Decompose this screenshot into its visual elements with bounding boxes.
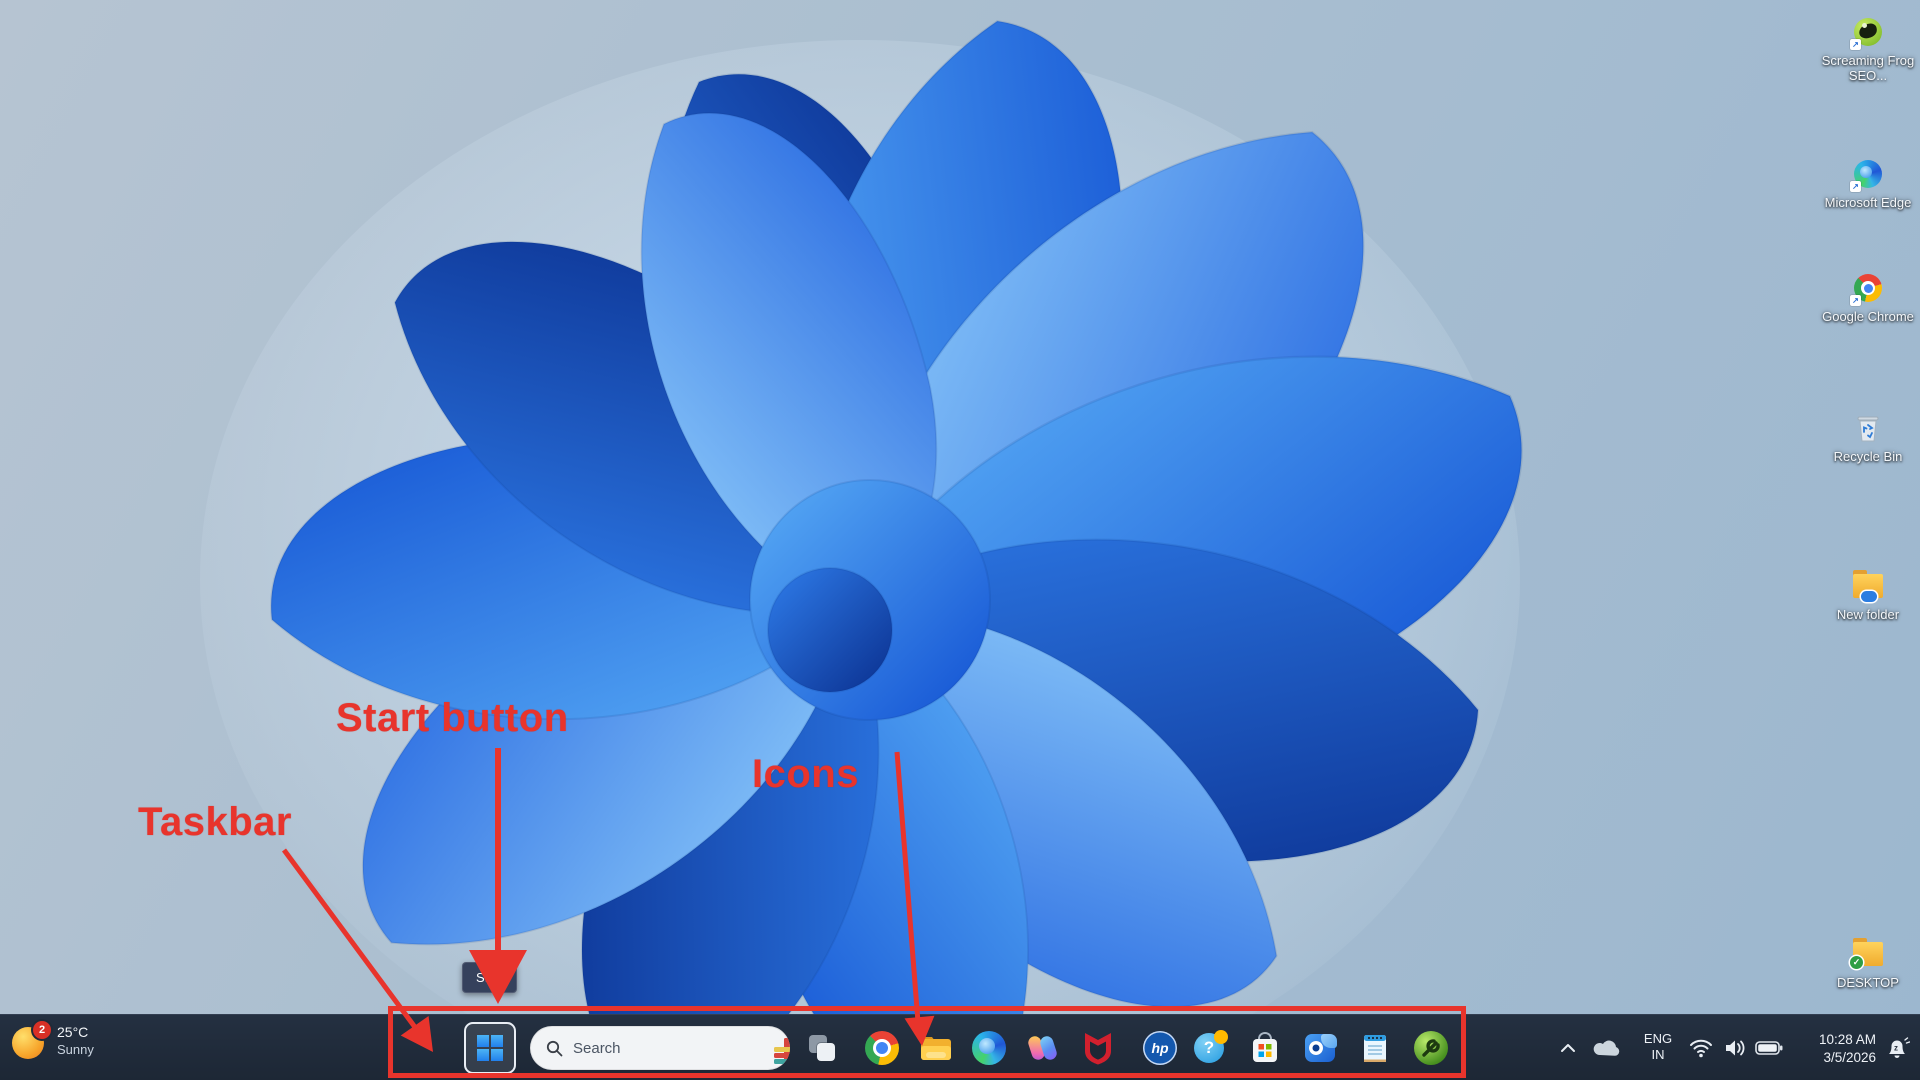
outlook-button[interactable] — [1300, 1028, 1340, 1068]
chrome-icon — [865, 1031, 899, 1065]
tray-overflow-button[interactable] — [1552, 1028, 1584, 1068]
task-view-icon — [807, 1033, 837, 1063]
desktop-icon-label: Recycle Bin — [1833, 449, 1903, 464]
search-highlight-books-icon — [772, 1026, 790, 1070]
chrome-icon: ↗ — [1850, 272, 1884, 306]
annotation-taskbar-label: Taskbar — [138, 800, 292, 844]
desktop-wallpaper: ↗ Screaming Frog SEO... ↗ Microsoft Edge… — [0, 0, 1920, 1014]
notepad-icon — [1364, 1035, 1386, 1062]
volume-tray-button[interactable] — [1718, 1028, 1752, 1068]
hp-diagnostics-button[interactable] — [1411, 1028, 1451, 1068]
desktop-icon-microsoft-edge[interactable]: ↗ Microsoft Edge — [1816, 158, 1920, 210]
chrome-taskbar-button[interactable] — [862, 1028, 902, 1068]
hp-button[interactable]: hp — [1140, 1028, 1180, 1068]
chrome-running-indicator — [874, 1075, 890, 1078]
clock-date: 3/5/2026 — [1823, 1049, 1876, 1065]
copilot-button[interactable] — [1023, 1028, 1063, 1068]
battery-icon — [1755, 1041, 1783, 1055]
chevron-up-icon — [1561, 1044, 1575, 1052]
clock-time: 10:28 AM — [1818, 1032, 1876, 1047]
notification-count-badge: 2 — [33, 1021, 51, 1039]
outlook-icon — [1303, 1032, 1337, 1064]
battery-tray-button[interactable] — [1750, 1028, 1788, 1068]
notification-center-button[interactable]: z — [1878, 1028, 1916, 1068]
desktop-icon-google-chrome[interactable]: ↗ Google Chrome — [1816, 272, 1920, 324]
hp-icon: hp — [1143, 1031, 1177, 1065]
desktop-icon-label: DESKTOP — [1837, 975, 1899, 990]
search-input[interactable] — [573, 1039, 772, 1057]
sync-complete-badge-icon: ✓ — [1850, 956, 1863, 969]
get-help-button[interactable]: ? — [1191, 1028, 1231, 1068]
weather-condition: Sunny — [57, 1041, 94, 1057]
question-mark-glyph: ? — [1203, 1038, 1215, 1057]
file-explorer-button[interactable] — [916, 1028, 956, 1068]
notification-bell-icon: z — [1884, 1036, 1911, 1060]
screaming-frog-icon: ↗ — [1850, 16, 1884, 50]
search-icon — [546, 1040, 563, 1056]
onedrive-tray-button[interactable] — [1588, 1028, 1626, 1068]
annotation-start-button-label: Start button — [336, 696, 569, 740]
clock-widget[interactable]: 10:28 AM 3/5/2026 — [1790, 1031, 1876, 1066]
desktop-icon-desktop-folder[interactable]: ✓ DESKTOP — [1816, 938, 1920, 990]
language-line1: ENG — [1643, 1031, 1673, 1046]
edge-icon: ↗ — [1850, 158, 1884, 192]
file-explorer-icon — [921, 1037, 951, 1060]
desktop-icon-label: New folder — [1836, 607, 1900, 622]
edge-icon — [972, 1031, 1006, 1065]
edge-taskbar-button[interactable] — [969, 1028, 1009, 1068]
shortcut-arrow-icon: ↗ — [1850, 181, 1861, 192]
start-button[interactable] — [464, 1022, 516, 1074]
hp-logo-text: hp — [1151, 1040, 1169, 1056]
desktop-icon-label: Microsoft Edge — [1824, 195, 1912, 210]
desktop-icon-screaming-frog[interactable]: ↗ Screaming Frog SEO... — [1816, 16, 1920, 84]
taskbar: 2 25°C Sunny Search hp ? ENG IN 10:28 AM… — [0, 1014, 1920, 1080]
weather-widget[interactable]: 2 25°C Sunny — [12, 1021, 94, 1059]
desktop-icon-recycle-bin[interactable]: Recycle Bin — [1816, 412, 1920, 464]
bloom-wallpaper-graphic — [200, 0, 1567, 1014]
microsoft-store-icon — [1253, 1031, 1277, 1062]
start-tooltip: Start — [462, 962, 518, 993]
diagnostics-wrench-icon — [1414, 1031, 1448, 1065]
language-indicator[interactable]: ENG IN — [1636, 1031, 1680, 1064]
wifi-tray-button[interactable] — [1684, 1028, 1718, 1068]
search-box[interactable] — [530, 1026, 790, 1070]
recycle-bin-icon — [1852, 412, 1884, 444]
mcafee-shield-icon — [1085, 1033, 1111, 1065]
desktop-icon-label: Google Chrome — [1822, 309, 1914, 324]
onedrive-sync-badge-icon — [1861, 591, 1877, 602]
microsoft-store-button[interactable] — [1245, 1028, 1285, 1068]
mcafee-button[interactable] — [1078, 1028, 1118, 1068]
shortcut-arrow-icon: ↗ — [1850, 295, 1861, 306]
annotation-icons-label: Icons — [752, 752, 859, 796]
windows-logo-icon — [477, 1035, 503, 1061]
speaker-icon — [1726, 1040, 1745, 1056]
shortcut-arrow-icon: ↗ — [1850, 39, 1861, 50]
language-line2: IN — [1651, 1047, 1665, 1063]
wifi-icon — [1690, 1039, 1712, 1058]
folder-icon — [1852, 570, 1884, 602]
notepad-button[interactable] — [1355, 1028, 1395, 1068]
desktop-icon-new-folder[interactable]: New folder — [1816, 570, 1920, 622]
svg-text:z: z — [1894, 1044, 1898, 1053]
onedrive-cloud-icon — [1592, 1038, 1622, 1058]
desktop-icon-label: Screaming Frog SEO... — [1821, 53, 1915, 84]
get-help-icon: ? — [1194, 1030, 1228, 1065]
copilot-icon — [1026, 1031, 1060, 1065]
weather-temperature: 25°C — [57, 1024, 89, 1041]
folder-icon: ✓ — [1850, 938, 1884, 970]
sun-weather-icon: 2 — [12, 1021, 51, 1059]
task-view-button[interactable] — [802, 1028, 842, 1068]
windows-desktop: ↗ Screaming Frog SEO... ↗ Microsoft Edge… — [0, 0, 1920, 1080]
